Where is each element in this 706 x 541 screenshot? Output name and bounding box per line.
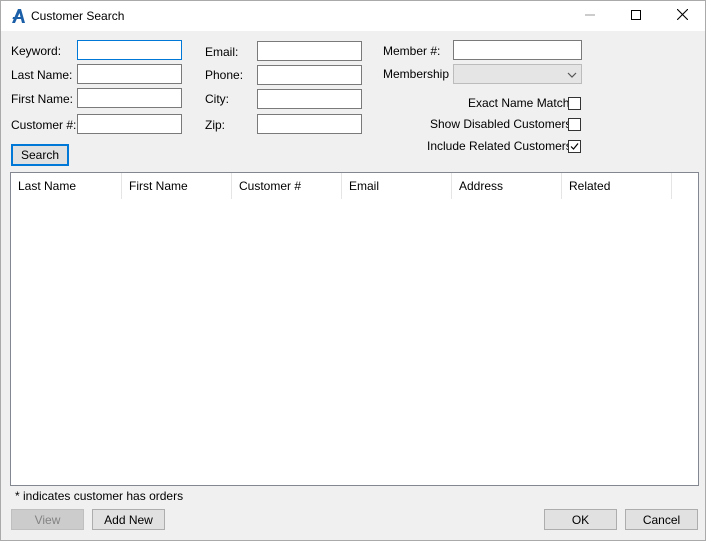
ok-button[interactable]: OK <box>544 509 617 530</box>
keyword-label: Keyword: <box>11 44 62 58</box>
close-button[interactable] <box>659 1 705 31</box>
email-input[interactable] <box>257 41 362 61</box>
keyword-input[interactable] <box>77 40 182 60</box>
customer-number-label: Customer #: <box>11 118 77 132</box>
zip-input[interactable] <box>257 114 362 134</box>
window-title: Customer Search <box>31 9 125 23</box>
minimize-button[interactable] <box>567 1 613 31</box>
search-button[interactable]: Search <box>11 144 69 166</box>
member-number-label: Member #: <box>383 44 441 58</box>
city-input[interactable] <box>257 89 362 109</box>
close-icon <box>676 8 688 23</box>
column-header-customer-number[interactable]: Customer # <box>232 173 342 199</box>
last-name-label: Last Name: <box>11 68 73 82</box>
membership-label: Membership <box>383 67 450 81</box>
show-disabled-checkbox[interactable] <box>568 118 581 131</box>
include-related-label: Include Related Customers <box>427 139 572 153</box>
phone-label: Phone: <box>205 68 244 82</box>
orders-footnote: * indicates customer has orders <box>15 489 184 503</box>
exact-name-match-checkbox[interactable] <box>568 97 581 110</box>
membership-select[interactable] <box>453 64 582 84</box>
member-number-input[interactable] <box>453 40 582 60</box>
results-table[interactable]: Last Name First Name Customer # Email Ad… <box>10 172 699 486</box>
title-bar[interactable]: Customer Search <box>1 1 705 31</box>
first-name-label: First Name: <box>11 92 74 106</box>
maximize-icon <box>631 9 641 23</box>
column-header-email[interactable]: Email <box>342 173 452 199</box>
column-header-address[interactable]: Address <box>452 173 562 199</box>
exact-name-match-label: Exact Name Match <box>468 96 570 110</box>
maximize-button[interactable] <box>613 1 659 31</box>
phone-input[interactable] <box>257 65 362 85</box>
last-name-input[interactable] <box>77 64 182 84</box>
checkmark-icon <box>570 143 579 150</box>
add-new-button[interactable]: Add New <box>92 509 165 530</box>
zip-label: Zip: <box>205 118 226 132</box>
column-header-first-name[interactable]: First Name <box>122 173 232 199</box>
customer-search-window: Customer Search Keyword: Last Name: Firs… <box>0 0 706 541</box>
cancel-button[interactable]: Cancel <box>625 509 698 530</box>
minimize-icon <box>585 9 595 23</box>
include-related-checkbox[interactable] <box>568 140 581 153</box>
customer-number-input[interactable] <box>77 114 182 134</box>
view-button[interactable]: View <box>11 509 84 530</box>
first-name-input[interactable] <box>77 88 182 108</box>
show-disabled-label: Show Disabled Customers <box>430 117 572 131</box>
column-header-last-name[interactable]: Last Name <box>11 173 122 199</box>
column-header-related[interactable]: Related <box>562 173 672 199</box>
app-logo-icon <box>10 8 26 24</box>
city-label: City: <box>205 92 229 106</box>
chevron-down-icon <box>567 69 577 83</box>
email-label: Email: <box>205 45 239 59</box>
